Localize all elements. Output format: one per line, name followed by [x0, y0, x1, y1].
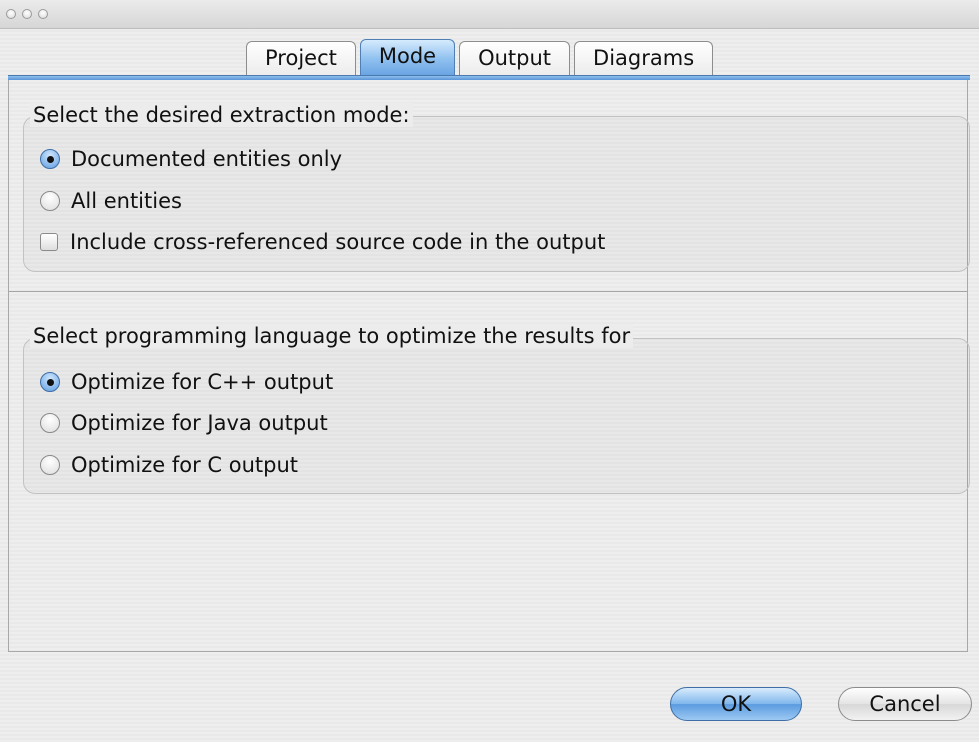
checkbox-label: Include cross-referenced source code in …: [70, 230, 606, 254]
radio-documented-entities[interactable]: Documented entities only: [40, 144, 342, 174]
tab-output[interactable]: Output: [459, 41, 571, 75]
radio-unselected-icon[interactable]: [40, 191, 60, 211]
tab-project[interactable]: Project: [246, 41, 356, 75]
radio-label: Documented entities only: [71, 147, 343, 171]
checkbox-cross-referenced-source[interactable]: Include cross-referenced source code in …: [40, 227, 605, 257]
tab-diagrams[interactable]: Diagrams: [574, 41, 714, 75]
close-window-icon[interactable]: [6, 9, 16, 19]
cancel-button[interactable]: Cancel: [838, 687, 972, 721]
radio-optimize-c[interactable]: Optimize for C output: [40, 450, 298, 480]
tab-mode[interactable]: Mode: [359, 39, 456, 75]
window-titlebar: [0, 0, 979, 29]
radio-selected-icon[interactable]: [40, 149, 60, 169]
checkbox-icon[interactable]: [40, 233, 58, 251]
radio-label: Optimize for Java output: [71, 411, 328, 435]
tab-bar: Project Mode Output Diagrams: [246, 39, 717, 76]
ok-button[interactable]: OK: [670, 687, 802, 721]
language-optimize-title: Select programming language to optimize …: [30, 324, 634, 348]
minimize-window-icon[interactable]: [22, 9, 32, 19]
radio-optimize-java[interactable]: Optimize for Java output: [40, 408, 328, 438]
zoom-window-icon[interactable]: [38, 9, 48, 19]
radio-label: Optimize for C++ output: [71, 370, 334, 394]
extraction-mode-title: Select the desired extraction mode:: [30, 103, 413, 127]
radio-optimize-cpp[interactable]: Optimize for C++ output: [40, 367, 333, 397]
radio-label: Optimize for C output: [71, 453, 298, 477]
radio-all-entities[interactable]: All entities: [40, 186, 182, 216]
radio-selected-icon[interactable]: [40, 372, 60, 392]
radio-label: All entities: [71, 189, 182, 213]
radio-unselected-icon[interactable]: [40, 455, 60, 475]
section-divider: [8, 291, 968, 292]
radio-unselected-icon[interactable]: [40, 413, 60, 433]
